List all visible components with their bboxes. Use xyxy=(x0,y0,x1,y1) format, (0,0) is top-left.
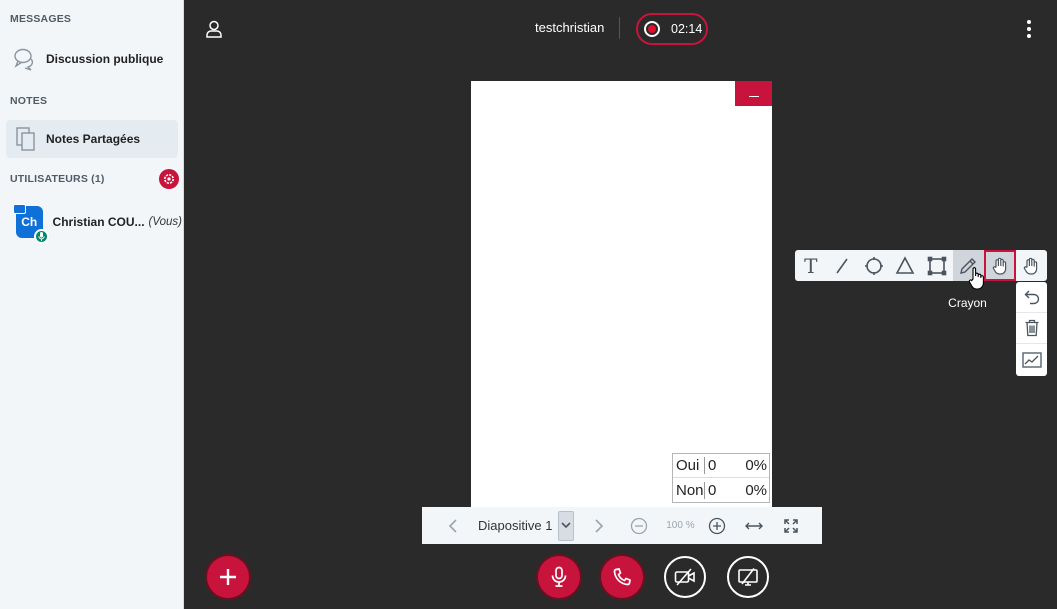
phone-icon xyxy=(613,568,631,586)
poll-percent: 0% xyxy=(745,457,767,474)
user-name: Christian COU... xyxy=(52,215,145,229)
desktop-share-off-icon xyxy=(738,568,758,586)
microphone-icon xyxy=(33,229,49,244)
share-webcam-button[interactable] xyxy=(664,556,706,598)
messages-section-title: MESSAGES xyxy=(10,13,72,25)
sidebar: MESSAGES Discussion publique NOTES Notes… xyxy=(0,0,184,609)
rectangle-tool-icon[interactable] xyxy=(921,250,953,281)
minimize-presentation-button[interactable] xyxy=(735,81,772,106)
fullscreen-icon[interactable] xyxy=(780,518,802,534)
options-menu-icon[interactable] xyxy=(1022,18,1036,40)
recording-time: 02:14 xyxy=(671,22,703,36)
poll-count: 0 xyxy=(708,481,717,499)
avatar: Ch xyxy=(13,204,49,244)
user-you-label: (Vous) xyxy=(148,216,182,228)
notes-icon xyxy=(6,126,46,152)
leave-audio-button[interactable] xyxy=(601,556,643,598)
text-tool-icon[interactable]: T xyxy=(795,250,827,281)
plus-icon xyxy=(220,569,236,585)
line-tool-icon[interactable] xyxy=(827,250,859,281)
recording-indicator[interactable]: 02:14 xyxy=(636,13,708,45)
mute-microphone-button[interactable] xyxy=(538,556,580,598)
notes-section-title: NOTES xyxy=(10,95,48,107)
poll-results-table: Oui 0 0% Non 0 0% xyxy=(672,453,770,503)
microphone-icon xyxy=(551,566,567,587)
mouse-cursor-icon xyxy=(968,266,986,295)
public-chat-label: Discussion publique xyxy=(46,52,164,66)
slide-select-label: Diapositive 1 xyxy=(478,518,553,533)
presenter-icon xyxy=(13,204,26,214)
avatar-initials: Ch xyxy=(21,215,38,229)
chevron-down-icon xyxy=(558,510,575,541)
slide-select-dropdown[interactable]: Diapositive 1 xyxy=(478,507,575,544)
hand-tool-icon[interactable] xyxy=(1016,250,1048,281)
trash-icon[interactable] xyxy=(1016,313,1047,344)
previous-slide-chevron-icon[interactable] xyxy=(442,518,464,534)
chat-bubbles-icon xyxy=(6,47,46,71)
triangle-tool-icon[interactable] xyxy=(890,250,922,281)
poll-percent: 0% xyxy=(745,481,767,499)
user-list-item[interactable]: Ch Christian COU... (Vous) xyxy=(10,200,182,244)
presentation-slide[interactable] xyxy=(471,81,772,508)
slide-navigation-bar: Diapositive 1 100 % xyxy=(422,507,822,544)
whiteboard-side-actions xyxy=(1016,282,1047,376)
undo-icon[interactable] xyxy=(1016,282,1047,313)
poll-result-row: Non 0 0% xyxy=(673,478,769,502)
record-icon xyxy=(644,21,660,37)
actions-plus-button[interactable] xyxy=(207,556,249,598)
public-chat-item[interactable]: Discussion publique xyxy=(6,40,178,78)
zoom-in-icon[interactable] xyxy=(706,517,728,535)
zoom-out-icon[interactable] xyxy=(628,517,650,535)
shared-notes-item[interactable]: Notes Partagées xyxy=(6,120,178,158)
video-off-icon xyxy=(674,568,695,586)
poll-result-row: Oui 0 0% xyxy=(673,454,769,478)
poll-option: Oui xyxy=(673,457,705,474)
zoom-level: 100 % xyxy=(666,520,695,531)
user-list-toggle-icon[interactable] xyxy=(204,19,224,39)
user-settings-gear-icon[interactable] xyxy=(159,169,179,189)
fit-to-width-icon[interactable] xyxy=(743,521,765,531)
shared-notes-label: Notes Partagées xyxy=(46,132,141,146)
share-screen-button[interactable] xyxy=(727,556,769,598)
meeting-title: testchristian xyxy=(535,20,605,35)
pan-hand-tool-icon[interactable] xyxy=(984,250,1016,281)
users-section-title: UTILISATEURS (1) xyxy=(10,173,105,185)
poll-count: 0 xyxy=(708,457,717,474)
ellipse-tool-icon[interactable] xyxy=(858,250,890,281)
whiteboard-toolbar: T xyxy=(795,250,1047,281)
next-slide-chevron-icon[interactable] xyxy=(588,518,610,534)
header-divider xyxy=(619,17,620,39)
poll-option: Non xyxy=(673,481,705,499)
multi-user-whiteboard-icon[interactable] xyxy=(1016,344,1047,375)
